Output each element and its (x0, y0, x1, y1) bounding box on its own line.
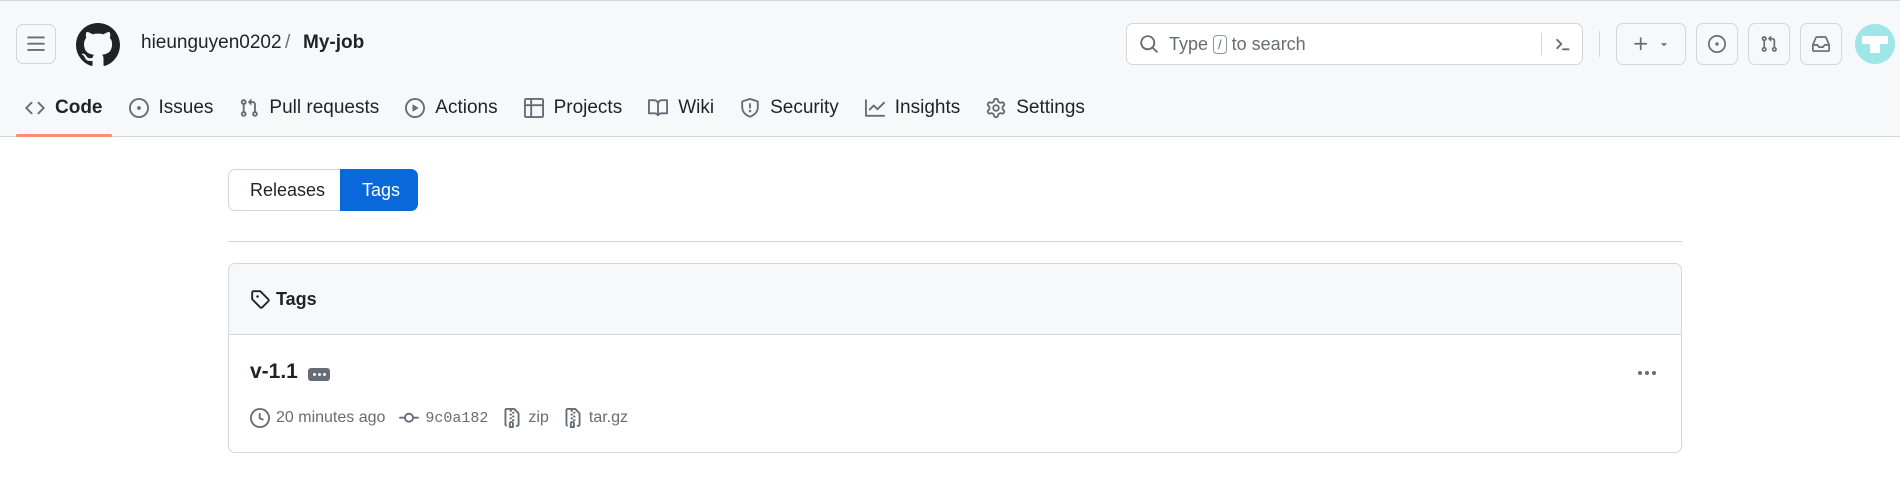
user-avatar[interactable] (1855, 24, 1895, 64)
tag-commit[interactable]: 9c0a182 (399, 408, 488, 428)
create-new-button[interactable] (1616, 23, 1686, 65)
tab-wiki[interactable]: Wiki (639, 88, 723, 128)
tab-label: Projects (553, 97, 623, 118)
table-icon (523, 98, 544, 118)
tag-icon (251, 290, 270, 309)
tag-time-text: 20 minutes ago (276, 409, 386, 426)
menu-button[interactable] (16, 24, 56, 64)
divider (228, 241, 1682, 242)
play-icon (405, 98, 426, 118)
search-placeholder: Type / to search (1169, 34, 1306, 55)
dot (317, 373, 321, 376)
command-palette-icon[interactable] (1551, 34, 1573, 54)
repo-nav: Code Issues Pull requests Actions Projec… (16, 88, 1102, 138)
inbox-button[interactable] (1800, 23, 1842, 65)
tag-time: 20 minutes ago (250, 408, 385, 428)
file-zip-icon (565, 408, 581, 428)
tag-meta: 20 minutes ago 9c0a182 zip tar.gz (250, 408, 642, 428)
dot (1638, 371, 1642, 375)
issue-icon (128, 98, 149, 118)
avatar-identicon-icon (1855, 24, 1895, 64)
hamburger-icon (27, 36, 45, 51)
search-divider (1541, 33, 1542, 55)
tab-label: Code (55, 97, 103, 118)
tab-actions[interactable]: Actions (396, 88, 506, 128)
graph-icon (864, 99, 885, 117)
github-logo-icon[interactable] (76, 23, 120, 67)
releases-tags-toggle: Releases Tags (228, 169, 418, 211)
tab-label: Actions (435, 97, 498, 118)
issues-button[interactable] (1696, 23, 1738, 65)
tab-label: Wiki (678, 97, 715, 118)
clock-icon (250, 408, 270, 428)
search-input[interactable]: Type / to search (1126, 23, 1583, 65)
releases-button[interactable]: Releases (228, 169, 340, 211)
dot (312, 373, 316, 376)
search-placeholder-suffix: to search (1231, 34, 1306, 54)
tab-label: Settings (1016, 97, 1085, 118)
header-divider (1599, 31, 1600, 57)
tab-insights[interactable]: Insights (856, 88, 969, 128)
tab-security[interactable]: Security (731, 88, 848, 128)
tags-box-title: Tags (276, 288, 317, 309)
tab-label: Security (770, 97, 839, 118)
commit-sha-link[interactable]: 9c0a182 (425, 410, 488, 427)
expand-commit-message-button[interactable] (308, 368, 330, 381)
dot (1645, 371, 1649, 375)
tab-settings[interactable]: Settings (977, 88, 1094, 128)
search-icon (1140, 35, 1158, 53)
tags-box: Tags v-1.1 20 minutes ago 9c0a182 zip ta… (228, 263, 1682, 453)
slash-key-hint: / (1213, 35, 1227, 54)
shield-icon (741, 98, 759, 118)
tab-code[interactable]: Code (16, 88, 112, 137)
download-zip-link[interactable]: zip (502, 408, 549, 428)
commit-icon (399, 412, 420, 423)
tab-label: Insights (894, 97, 961, 118)
code-icon (25, 101, 45, 115)
dot (322, 373, 326, 376)
dot (1652, 371, 1656, 375)
kebab-horizontal-icon[interactable] (1633, 363, 1661, 383)
inbox-icon (1812, 36, 1830, 52)
issue-icon (1708, 35, 1726, 53)
pull-request-icon (241, 98, 259, 117)
book-icon (648, 99, 669, 117)
pull-request-icon (1761, 35, 1777, 52)
search-placeholder-prefix: Type (1169, 34, 1209, 54)
tags-box-header: Tags (229, 264, 1681, 335)
tab-pull-requests[interactable]: Pull requests (230, 88, 388, 128)
breadcrumb-separator: / (285, 32, 291, 53)
gear-icon (986, 98, 1006, 118)
tab-label: Issues (158, 97, 214, 118)
tab-projects[interactable]: Projects (515, 88, 632, 128)
plus-icon (1634, 37, 1648, 51)
pull-requests-button[interactable] (1748, 23, 1790, 65)
tab-label: Pull requests (269, 97, 380, 118)
tab-issues[interactable]: Issues (120, 88, 223, 128)
tags-button[interactable]: Tags (340, 169, 418, 211)
zip-label: zip (528, 409, 549, 426)
top-header: hieunguyen0202 / My-job Type / to search (0, 0, 1900, 137)
tag-name-link[interactable]: v-1.1 (250, 360, 298, 384)
targz-label: tar.gz (588, 409, 629, 426)
chevron-down-icon (1661, 43, 1667, 47)
repo-name-link[interactable]: My-job (303, 32, 364, 54)
repo-owner-link[interactable]: hieunguyen0202 (141, 32, 282, 54)
download-targz-link[interactable]: tar.gz (563, 408, 628, 428)
file-zip-icon (504, 408, 520, 428)
